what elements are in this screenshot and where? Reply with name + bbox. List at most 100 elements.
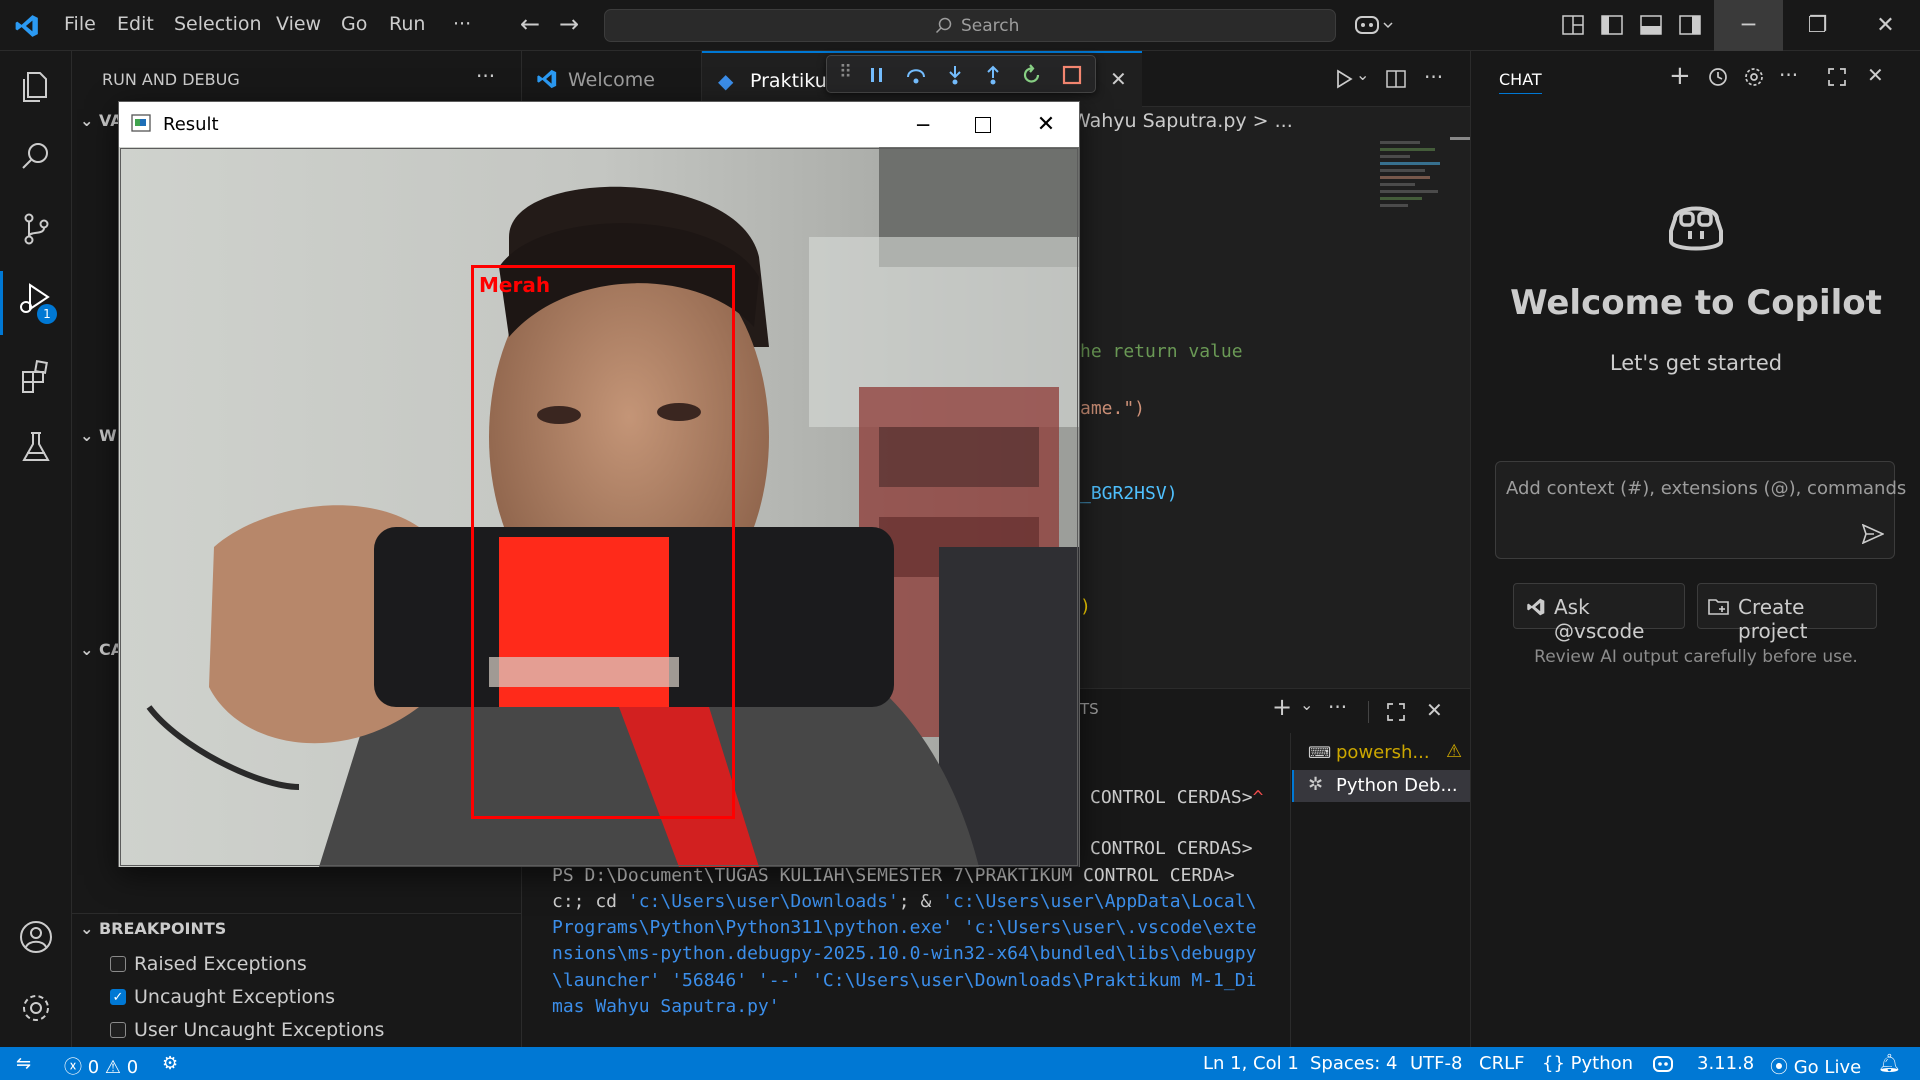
maximize-panel-icon[interactable]	[1386, 702, 1406, 722]
line-ending[interactable]: CRLF	[1479, 1053, 1524, 1074]
panel-tab-fragment[interactable]: TS	[1080, 700, 1099, 718]
welcome-subtitle: Let's get started	[1609, 351, 1783, 375]
tab-welcome[interactable]: Welcome	[522, 51, 702, 107]
menu-view[interactable]: View	[276, 13, 321, 35]
indentation[interactable]: Spaces: 4	[1310, 1053, 1397, 1074]
tab-welcome-label: Welcome	[568, 69, 655, 91]
restart-icon[interactable]	[1021, 64, 1043, 86]
terminal-text: CONTROL CERDAS>	[1090, 787, 1253, 808]
cursor-position[interactable]: Ln 1, Col 1	[1203, 1053, 1299, 1074]
drag-handle-icon[interactable]: ⠿	[839, 62, 852, 83]
divider	[1290, 733, 1291, 1048]
ask-vscode-button[interactable]: Ask @vscode	[1513, 583, 1685, 643]
section-watch-header[interactable]: ⌄ W	[80, 426, 117, 445]
vscode-logo-icon	[15, 15, 38, 37]
tab-close-icon[interactable]: ✕	[1110, 67, 1127, 91]
explorer-icon[interactable]	[16, 67, 56, 107]
notifications-bell-icon[interactable]: 🔔︎	[1878, 1053, 1901, 1074]
history-icon[interactable]	[1707, 66, 1729, 88]
remote-indicator-icon[interactable]: ⇋	[16, 1053, 31, 1074]
editor-more-button[interactable]: ···	[1424, 65, 1443, 89]
breakpoints-header[interactable]: ⌄ BREAKPOINTS	[80, 919, 226, 938]
back-arrow-icon[interactable]: ←	[520, 10, 540, 38]
result-close-button[interactable]: ✕	[1013, 102, 1079, 147]
breadcrumb[interactable]: Wahyu Saputra.py > ...	[1072, 110, 1293, 132]
step-over-icon[interactable]	[905, 65, 927, 85]
sidebar-more-button[interactable]: ···	[476, 64, 495, 88]
menu-go[interactable]: Go	[341, 13, 367, 35]
minimap[interactable]	[1380, 137, 1450, 297]
new-folder-icon	[1708, 599, 1729, 615]
menu-more[interactable]: ···	[453, 13, 471, 35]
menu-selection[interactable]: Selection	[174, 13, 262, 35]
result-maximize-button[interactable]	[953, 102, 1013, 147]
toggle-secondary-sidebar-icon[interactable]	[1679, 15, 1701, 35]
close-window-button[interactable]: ✕	[1851, 0, 1920, 51]
go-live-button[interactable]: ⦿ Go Live	[1770, 1053, 1861, 1079]
run-dropdown-icon[interactable]: ⌄	[1356, 65, 1369, 84]
toggle-primary-sidebar-icon[interactable]	[1601, 15, 1623, 35]
status-bar: ⇋ ⓧ 0 ⚠ 0 ⚙ Ln 1, Col 1 Spaces: 4 UTF-8 …	[0, 1047, 1920, 1080]
run-file-icon[interactable]	[1334, 69, 1354, 89]
terminal-line: Programs\Python\Python311\python.exe' 'c…	[552, 917, 1256, 938]
customize-layout-icon[interactable]	[1562, 15, 1584, 35]
create-project-button[interactable]: Create project	[1697, 583, 1877, 643]
panel-more-button[interactable]: ···	[1328, 695, 1347, 719]
forward-arrow-icon[interactable]: →	[559, 10, 579, 38]
testing-icon[interactable]	[16, 427, 56, 467]
new-chat-icon[interactable]: +	[1669, 61, 1691, 91]
section-callstack-header[interactable]: ⌄ CA	[80, 640, 123, 659]
terminal-item-python-debug[interactable]: ✲ Python Deb...	[1292, 770, 1470, 802]
restore-button[interactable]: ❐	[1783, 0, 1852, 51]
close-panel-icon[interactable]: ✕	[1426, 698, 1443, 722]
new-terminal-icon[interactable]: +	[1272, 693, 1292, 721]
minimize-button[interactable]: ─	[1714, 0, 1783, 51]
chat-input[interactable]: Add context (#), extensions (@), command…	[1495, 461, 1906, 559]
stop-icon[interactable]	[1061, 64, 1083, 86]
accounts-icon[interactable]	[16, 917, 56, 957]
raised-exceptions-checkbox[interactable]	[110, 956, 126, 972]
step-into-icon[interactable]	[945, 65, 965, 85]
extensions-icon[interactable]	[16, 357, 56, 397]
toggle-panel-icon[interactable]	[1640, 15, 1662, 35]
pause-icon[interactable]	[867, 65, 887, 85]
breakpoint-user-uncaught-exceptions[interactable]: User Uncaught Exceptions	[110, 1019, 384, 1041]
section-variables-header[interactable]: ⌄ VA	[80, 111, 123, 130]
close-chat-icon[interactable]: ✕	[1867, 63, 1884, 87]
result-titlebar[interactable]: Result ─ ✕	[119, 102, 1079, 147]
chat-settings-gear-icon[interactable]	[1743, 66, 1765, 88]
terminal-text: 'c:\Users\user\AppData\Local\	[942, 891, 1257, 912]
copilot-status-icon[interactable]	[1652, 1055, 1674, 1073]
maximize-chat-icon[interactable]	[1827, 67, 1847, 87]
problems-indicator[interactable]: ⓧ 0 ⚠ 0	[64, 1053, 138, 1079]
language-mode[interactable]: {} Python	[1542, 1053, 1633, 1074]
result-window[interactable]: Result ─ ✕ Merah	[118, 101, 1080, 867]
terminal-item-powershell[interactable]: ⌨ powersh... ⚠	[1292, 737, 1470, 769]
breakpoint-raised-exceptions[interactable]: Raised Exceptions	[110, 953, 307, 975]
breakpoint-uncaught-exceptions[interactable]: ✓ Uncaught Exceptions	[110, 986, 335, 1008]
chat-more-button[interactable]: ···	[1779, 63, 1798, 87]
terminal-dropdown-icon[interactable]: ⌄	[1300, 695, 1313, 714]
step-out-icon[interactable]	[983, 65, 1003, 85]
uncaught-exceptions-checkbox[interactable]: ✓	[110, 989, 126, 1005]
split-editor-icon[interactable]	[1386, 69, 1406, 89]
go-live-label: Go Live	[1793, 1057, 1862, 1078]
copilot-menu-icon[interactable]	[1354, 13, 1396, 37]
search-placeholder: Search	[961, 16, 1020, 36]
manage-gear-icon[interactable]	[16, 988, 56, 1028]
encoding[interactable]: UTF-8	[1410, 1053, 1462, 1074]
scrollbar-thumb[interactable]	[1450, 137, 1470, 140]
source-control-icon[interactable]	[16, 209, 56, 249]
menu-run[interactable]: Run	[389, 13, 425, 35]
user-uncaught-exceptions-checkbox[interactable]	[110, 1022, 126, 1038]
chat-header[interactable]: CHAT	[1499, 70, 1542, 94]
debug-run-icon[interactable]: ⚙	[162, 1053, 178, 1074]
result-minimize-button[interactable]: ─	[893, 102, 953, 147]
terminal-line: c:; cd 'c:\Users\user\Downloads'; & 'c:\…	[552, 891, 1256, 912]
send-icon[interactable]	[1862, 524, 1884, 544]
menu-edit[interactable]: Edit	[117, 13, 154, 35]
menu-file[interactable]: File	[64, 13, 96, 35]
command-center-search[interactable]: Search	[604, 9, 1336, 42]
python-version[interactable]: 3.11.8	[1697, 1053, 1754, 1074]
search-sidebar-icon[interactable]	[16, 137, 56, 177]
